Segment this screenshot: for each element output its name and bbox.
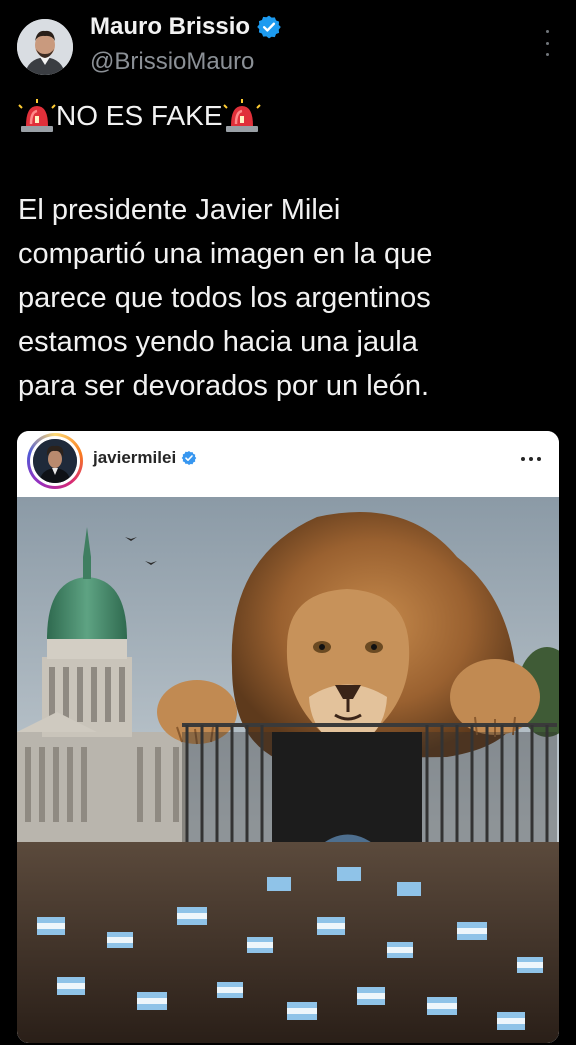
author-display-name[interactable]: Mauro Brissio: [90, 13, 250, 41]
author-handle[interactable]: @BrissioMauro: [90, 48, 254, 76]
headline-text: NO ES FAKE: [56, 100, 223, 131]
police-siren-icon: [18, 99, 56, 132]
tweet-headline: NO ES FAKE: [18, 98, 261, 134]
instagram-post-header: javiermilei: [17, 431, 559, 497]
tweet-body-line: parece que todos los argentinos: [18, 282, 431, 314]
author-avatar[interactable]: [17, 19, 73, 75]
embedded-media-card[interactable]: javiermilei: [17, 431, 559, 1043]
instagram-user-row: javiermilei: [93, 448, 197, 468]
more-options-icon[interactable]: [539, 30, 555, 56]
verified-badge-icon: [257, 15, 281, 39]
tweet-body-line: para ser devorados por un león.: [18, 370, 430, 402]
instagram-avatar: [33, 439, 77, 483]
tweet-body-line: El presidente Javier Milei: [18, 194, 341, 226]
tweet-body-line: compartió una imagen en la que: [18, 238, 433, 270]
instagram-username[interactable]: javiermilei: [93, 448, 176, 468]
verified-badge-icon: [181, 451, 197, 465]
police-siren-icon: [222, 99, 261, 132]
instagram-more-icon[interactable]: [521, 457, 541, 461]
author-name-row: Mauro Brissio: [90, 13, 282, 41]
instagram-story-ring[interactable]: [27, 433, 83, 489]
tweet-body: El presidente Javier Milei compartió una…: [18, 188, 558, 408]
lion-cage-illustration[interactable]: [17, 497, 559, 1043]
tweet-body-line: estamos yendo hacia una jaula: [18, 326, 418, 358]
